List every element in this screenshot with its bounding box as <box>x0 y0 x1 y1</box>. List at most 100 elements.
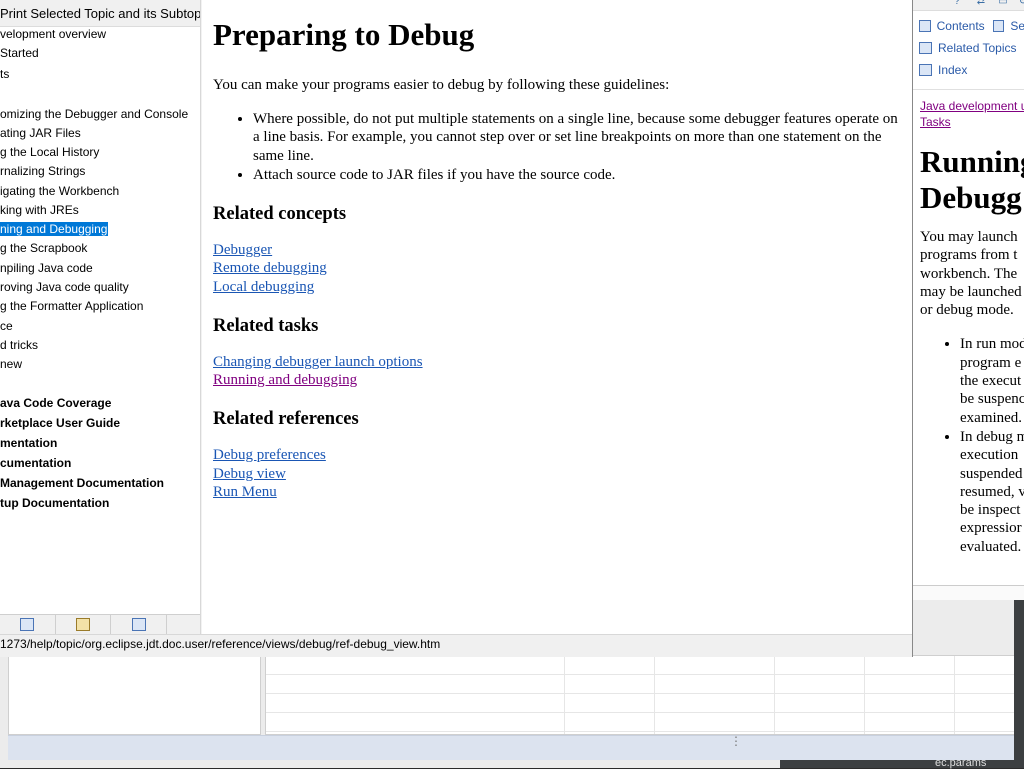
toc-item[interactable]: Started <box>0 45 39 61</box>
toc-item[interactable]: igating the Workbench <box>0 183 119 199</box>
sync-icon[interactable]: ↻ <box>1017 0 1024 7</box>
toc-item[interactable]: omizing the Debugger and Console <box>0 106 188 122</box>
toc-item-label: npiling Java code <box>0 261 93 275</box>
toc-tab-bar <box>0 614 200 634</box>
toc-item-label: ating JAR Files <box>0 126 81 140</box>
list-line: program e <box>960 354 1022 371</box>
tab-bookmarks[interactable] <box>111 615 168 634</box>
paragraph-line: programs from t <box>920 247 1018 264</box>
table-row <box>266 675 1016 694</box>
toc-item[interactable]: tup Documentation <box>0 495 109 511</box>
toc-item-label: king with JREs <box>0 203 79 217</box>
table-cell <box>775 694 866 712</box>
toc-item[interactable]: ts <box>0 66 9 82</box>
paragraph-line: workbench. The <box>920 265 1018 282</box>
link-debug-preferences[interactable]: Debug preferences <box>213 446 326 465</box>
toc-item[interactable]: roving Java code quality <box>0 279 129 295</box>
toc-item-label: rnalizing Strings <box>0 164 86 178</box>
link-local-debugging[interactable]: Local debugging <box>213 278 314 297</box>
related-tasks-links: Changing debugger launch options Running… <box>213 353 912 390</box>
list-line: execution <box>960 447 1019 464</box>
link-run-menu[interactable]: Run Menu <box>213 483 277 502</box>
table-cell <box>865 713 956 731</box>
tab-index-label: Index <box>938 63 968 77</box>
toc-item[interactable]: ating JAR Files <box>0 125 81 141</box>
toc-item[interactable]: d tricks <box>0 337 38 353</box>
toc-item[interactable]: npiling Java code <box>0 260 93 276</box>
related-paragraph: You may launch programs from t workbench… <box>920 228 1024 319</box>
tab-contents-toc[interactable] <box>0 615 56 634</box>
list-line: In debug m <box>960 428 1024 445</box>
print-icon[interactable]: ▭ <box>997 0 1009 7</box>
bookmarks-icon <box>131 618 146 631</box>
list-line: be suspenc <box>960 391 1024 408</box>
toc-item[interactable]: ava Code Coverage <box>0 395 111 411</box>
toc-item[interactable]: g the Formatter Application <box>0 298 143 314</box>
toc-item-label: omizing the Debugger and Console <box>0 107 189 121</box>
related-concepts-heading: Related concepts <box>213 203 347 224</box>
help-icon[interactable]: ? <box>951 0 963 7</box>
tab-index[interactable]: Index <box>919 59 1024 81</box>
toc-item[interactable]: Management Documentation <box>0 475 164 491</box>
toc-item-label: g the Local History <box>0 145 100 159</box>
related-help-window: ? ⇄ ▭ ↻ Contents Se Related Topics Index… <box>912 0 1024 600</box>
table-cell <box>266 694 565 712</box>
related-references-heading: Related references <box>213 409 359 430</box>
related-references-links: Debug preferences Debug view Run Menu <box>213 446 912 502</box>
toc-item-label: ce <box>0 319 13 333</box>
related-concepts-links: Debugger Remote debugging Local debuggin… <box>213 241 912 297</box>
table-cell <box>266 713 565 731</box>
help-window: Print Selected Topic and its Subtopics v… <box>0 0 913 657</box>
tab-related-topics[interactable]: Related Topics <box>919 37 1024 59</box>
toc-item-label: velopment overview <box>0 27 107 41</box>
toc-item[interactable]: mentation <box>0 435 57 451</box>
print-topic-menu-item[interactable]: Print Selected Topic and its Subtopics <box>0 0 200 27</box>
toc-item[interactable]: rketplace User Guide <box>0 415 120 431</box>
mode-list: In run mod program e the execut be suspe… <box>920 335 1024 556</box>
link-changing-launch-options[interactable]: Changing debugger launch options <box>213 353 423 372</box>
toc-item-label: mentation <box>0 436 58 450</box>
list-line: the execut <box>960 373 1022 390</box>
toc-item-label: cumentation <box>0 456 72 470</box>
list-line: suspended <box>960 465 1023 482</box>
toc-item[interactable]: g the Scrapbook <box>0 240 87 256</box>
paragraph-line: You may launch <box>920 229 1018 245</box>
background-status-bar <box>8 735 1016 760</box>
tab-search-label[interactable]: Se <box>1010 19 1024 33</box>
page-title: Preparing to Debug <box>213 17 475 52</box>
breadcrumb-link[interactable]: Java development u <box>920 98 1024 114</box>
link-remote-debugging[interactable]: Remote debugging <box>213 259 327 278</box>
help-toolbar: ? ⇄ ▭ ↻ <box>913 0 1024 11</box>
related-tasks-heading: Related tasks <box>213 315 319 336</box>
toc-item-label: roving Java code quality <box>0 280 129 294</box>
breadcrumb-link[interactable]: Tasks <box>920 114 1024 130</box>
resize-grip-icon[interactable]: ⋮ <box>730 735 742 747</box>
search-results-icon <box>76 618 91 631</box>
link-icon[interactable]: ⇄ <box>975 0 987 7</box>
background-params-label[interactable]: ec.params <box>935 757 986 769</box>
contents-icon <box>919 20 931 32</box>
tab-bar-filler <box>167 615 200 634</box>
toc-item[interactable]: velopment overview <box>0 26 106 42</box>
toc-item[interactable]: cumentation <box>0 455 71 471</box>
toc-item[interactable]: g the Local History <box>0 144 99 160</box>
link-debugger[interactable]: Debugger <box>213 241 272 260</box>
toc-item[interactable]: rnalizing Strings <box>0 163 85 179</box>
toc-item[interactable]: king with JREs <box>0 202 79 218</box>
background-table <box>265 655 1017 735</box>
link-running-and-debugging[interactable]: Running and debugging <box>213 371 357 390</box>
toc-item[interactable]: new <box>0 356 22 372</box>
toc-item-label: ning and Debugging <box>0 222 109 236</box>
tab-search-results[interactable] <box>56 615 112 634</box>
toc-item-selected[interactable]: ning and Debugging <box>0 221 109 237</box>
toc-item-label: ava Code Coverage <box>0 396 112 410</box>
title-line: Running <box>920 144 1024 179</box>
table-cell <box>655 675 775 693</box>
table-row <box>266 656 1016 675</box>
contents-icon <box>20 618 35 631</box>
link-debug-view[interactable]: Debug view <box>213 465 286 484</box>
table-cell <box>865 656 956 674</box>
toc-item[interactable]: ce <box>0 318 13 334</box>
tab-contents[interactable]: Contents Se <box>919 15 1024 37</box>
table-cell <box>775 713 866 731</box>
